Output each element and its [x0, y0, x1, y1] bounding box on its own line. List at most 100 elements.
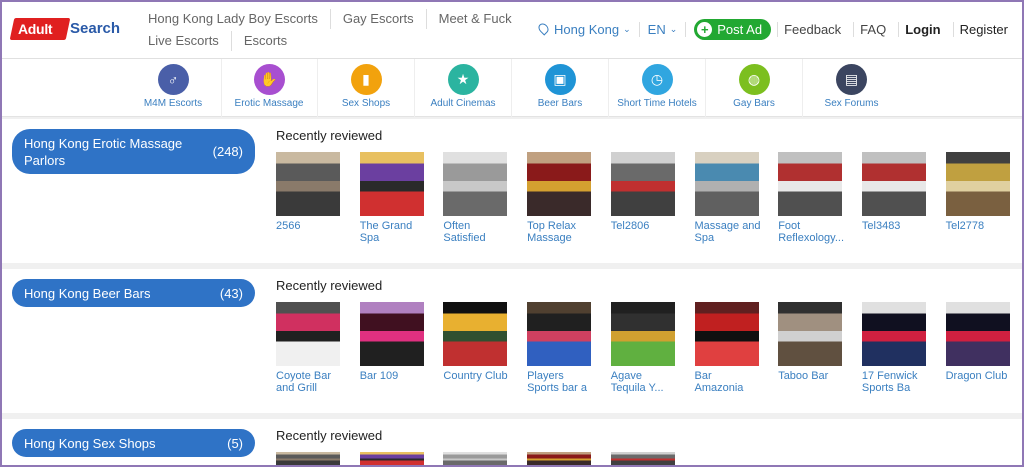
storefront-thumbnail[interactable]: [610, 302, 675, 366]
review-item[interactable]: Bar 109: [359, 302, 424, 382]
city-category-button[interactable]: Hong Kong Sex Shops (5): [12, 429, 255, 457]
storefront-thumbnail[interactable]: [276, 152, 340, 216]
storefront-thumbnail[interactable]: [359, 452, 424, 466]
nav-live-escorts[interactable]: Live Escorts: [148, 31, 232, 51]
storefront-thumbnail[interactable]: [359, 302, 424, 366]
category-massage[interactable]: ✋ Erotic Massage: [221, 59, 318, 117]
storefront-thumbnail[interactable]: [778, 302, 843, 366]
language-selector[interactable]: EN ⌄: [640, 21, 687, 37]
review-item[interactable]: Tel2778: [945, 152, 1010, 232]
review-item[interactable]: 2566: [276, 152, 340, 232]
cinema-icon: ★: [447, 64, 479, 95]
review-item-name[interactable]: Top Relax Massage: [527, 220, 595, 244]
review-item[interactable]: Dragon Club: [945, 302, 1010, 382]
storefront-thumbnail[interactable]: [527, 152, 592, 216]
review-item-name[interactable]: Dragon Club: [946, 370, 1014, 382]
nav-escorts[interactable]: Escorts: [232, 31, 299, 51]
storefront-thumbnail[interactable]: [945, 152, 1010, 216]
category-label: Sex Forums: [824, 98, 879, 109]
review-item-name[interactable]: Bar 109: [360, 370, 428, 382]
review-item-name[interactable]: Foot Reflexology...: [778, 220, 846, 244]
storefront-thumbnail[interactable]: [778, 152, 843, 216]
review-item-name[interactable]: Country Club: [443, 370, 511, 382]
men-icon: ♂: [157, 64, 189, 95]
review-item[interactable]: Agave Tequila Y...: [610, 302, 675, 394]
review-item-name[interactable]: Often Satisfied: [443, 220, 511, 244]
review-item[interactable]: Massage and Spa: [694, 152, 761, 244]
review-item[interactable]: [276, 452, 340, 466]
review-item-name[interactable]: Bar Amazonia: [695, 370, 763, 394]
review-item-name[interactable]: Tel2778: [946, 220, 1014, 232]
category-shop[interactable]: ▮ Sex Shops: [318, 59, 415, 117]
review-item[interactable]: Coyote Bar and Grill: [276, 302, 340, 394]
category-clock[interactable]: ◷ Short Time Hotels: [609, 59, 706, 117]
category-beer[interactable]: ▣ Beer Bars: [512, 59, 609, 117]
review-item-name[interactable]: Coyote Bar and Grill: [276, 370, 344, 394]
feedback-link[interactable]: Feedback: [777, 21, 847, 37]
site-logo[interactable]: Adult Search: [9, 14, 122, 42]
review-item[interactable]: Taboo Bar: [778, 302, 843, 382]
nav-meet-fuck[interactable]: Meet & Fuck: [427, 9, 524, 29]
plus-icon: +: [697, 21, 713, 37]
review-item-name[interactable]: Massage and Spa: [695, 220, 763, 244]
storefront-thumbnail[interactable]: [443, 302, 508, 366]
review-item-name[interactable]: Players Sports bar a: [527, 370, 595, 394]
location-selector[interactable]: Hong Kong ⌄: [536, 20, 640, 37]
storefront-thumbnail[interactable]: [945, 302, 1010, 366]
city-category-button[interactable]: Hong Kong Erotic Massage Parlors (248): [12, 129, 255, 174]
review-item[interactable]: Often Satisfied: [443, 152, 508, 244]
storefront-thumbnail[interactable]: [694, 302, 759, 366]
storefront-thumbnail[interactable]: [694, 152, 759, 216]
review-item[interactable]: Tel2806: [610, 152, 675, 232]
storefront-thumbnail[interactable]: [276, 302, 340, 366]
nav-ladyboy-escorts[interactable]: Hong Kong Lady Boy Escorts: [148, 9, 331, 29]
review-item[interactable]: 17 Fenwick Sports Ba: [861, 302, 926, 394]
review-item[interactable]: [610, 452, 675, 466]
category-forum[interactable]: ▤ Sex Forums: [803, 59, 900, 117]
review-item-name[interactable]: Tel2806: [611, 220, 679, 232]
storefront-thumbnail[interactable]: [443, 152, 508, 216]
register-link[interactable]: Register: [952, 21, 1014, 37]
storefront-thumbnail[interactable]: [610, 152, 675, 216]
section-massage-parlors: Hong Kong Erotic Massage Parlors (248) R…: [0, 119, 1024, 263]
category-label: Adult Cinemas: [430, 98, 496, 109]
login-link[interactable]: Login: [898, 21, 946, 37]
post-ad-button[interactable]: + Post Ad: [694, 18, 772, 40]
review-item[interactable]: [359, 452, 424, 466]
city-category-button[interactable]: Hong Kong Beer Bars (43): [12, 279, 255, 307]
review-item-name[interactable]: The Grand Spa: [360, 220, 428, 244]
review-item[interactable]: [527, 452, 592, 466]
category-globe[interactable]: ◍ Gay Bars: [706, 59, 803, 117]
storefront-thumbnail[interactable]: [276, 452, 340, 466]
review-item-name[interactable]: 17 Fenwick Sports Ba: [862, 370, 930, 394]
storefront-thumbnail[interactable]: [861, 152, 926, 216]
recently-reviewed-heading: Recently reviewed: [276, 128, 383, 143]
storefront-thumbnail[interactable]: [861, 302, 926, 366]
review-item[interactable]: Bar Amazonia: [694, 302, 759, 394]
review-item[interactable]: Country Club: [443, 302, 508, 382]
storefront-thumbnail[interactable]: [527, 452, 592, 466]
section-beer-bars: Hong Kong Beer Bars (43) Recently review…: [0, 269, 1024, 413]
review-item[interactable]: Players Sports bar a: [527, 302, 592, 394]
top-nav: Hong Kong Lady Boy Escorts Gay Escorts M…: [148, 8, 518, 52]
category-cinema[interactable]: ★ Adult Cinemas: [415, 59, 512, 117]
review-item-name[interactable]: Taboo Bar: [778, 370, 846, 382]
storefront-thumbnail[interactable]: [359, 152, 424, 216]
section-sex-shops: Hong Kong Sex Shops (5) Recently reviewe…: [0, 419, 1024, 467]
review-item[interactable]: [443, 452, 508, 466]
review-item-name[interactable]: Agave Tequila Y...: [611, 370, 679, 394]
site-header: Adult Search Hong Kong Lady Boy Escorts …: [0, 0, 1024, 59]
review-item-name[interactable]: 2566: [276, 220, 344, 232]
faq-link[interactable]: FAQ: [853, 21, 892, 37]
review-item[interactable]: Foot Reflexology...: [778, 152, 844, 244]
review-item[interactable]: Tel3483: [861, 152, 926, 232]
chevron-down-icon: ⌄: [669, 23, 678, 34]
storefront-thumbnail[interactable]: [610, 452, 675, 466]
nav-gay-escorts[interactable]: Gay Escorts: [331, 9, 427, 29]
review-item[interactable]: Top Relax Massage: [527, 152, 592, 244]
storefront-thumbnail[interactable]: [527, 302, 592, 366]
review-item[interactable]: The Grand Spa: [359, 152, 424, 244]
review-item-name[interactable]: Tel3483: [862, 220, 930, 232]
storefront-thumbnail[interactable]: [443, 452, 508, 466]
category-men[interactable]: ♂ M4M Escorts: [125, 59, 222, 117]
